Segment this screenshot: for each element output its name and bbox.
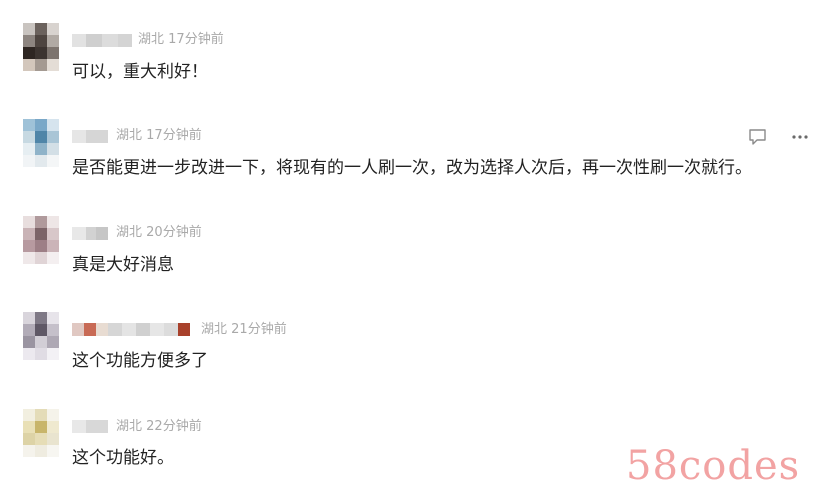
more-dots-icon[interactable] [790,128,810,146]
comment-location: 湖北 [116,128,143,143]
comment-text: 这个功能方便多了 [72,351,208,371]
avatar[interactable] [23,119,59,167]
comment-meta: 湖北 20分钟前 [116,225,202,241]
comment-time: 17分钟前 [168,32,224,47]
avatar[interactable] [23,409,59,457]
comment-bubble-icon[interactable] [748,128,768,146]
username-blurred[interactable] [72,34,132,47]
comment-time: 20分钟前 [146,225,202,240]
comment-location: 湖北 [201,322,228,337]
comment-meta: 湖北 21分钟前 [201,322,287,338]
avatar[interactable] [23,312,59,360]
comment-location: 湖北 [116,419,143,434]
avatar[interactable] [23,216,59,264]
comment-text: 可以，重大利好！ [72,62,208,82]
comment-meta: 湖北 17分钟前 [138,32,224,48]
username-blurred[interactable] [72,420,108,433]
avatar[interactable] [23,23,59,71]
comment-location: 湖北 [116,225,143,240]
username-blurred[interactable] [72,130,108,143]
comment-time: 22分钟前 [146,419,202,434]
watermark: 58codes [626,443,801,489]
comment-text: 是否能更进一步改进一下，将现有的一人刷一次，改为选择人次后，再一次性刷一次就行。 [72,158,752,178]
username-blurred[interactable] [72,227,108,240]
comment-text: 真是大好消息 [72,255,174,275]
comment-time: 21分钟前 [231,322,287,337]
comment-time: 17分钟前 [146,128,202,143]
comment-text: 这个功能好。 [72,448,174,468]
username-blurred[interactable] [72,323,190,336]
comment-meta: 湖北 22分钟前 [116,419,202,435]
comment-actions [748,128,810,146]
comment-location: 湖北 [138,32,165,47]
comment-meta: 湖北 17分钟前 [116,128,202,144]
